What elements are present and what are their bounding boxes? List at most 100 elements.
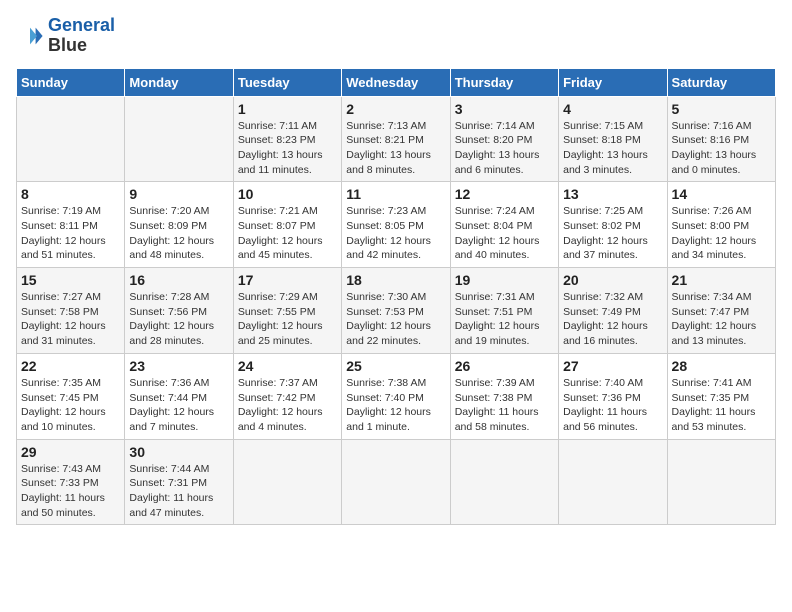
day-number: 19 [455, 272, 554, 288]
col-header-thursday: Thursday [450, 68, 558, 96]
calendar-header: SundayMondayTuesdayWednesdayThursdayFrid… [17, 68, 776, 96]
day-number: 14 [672, 186, 771, 202]
day-number: 24 [238, 358, 337, 374]
calendar-cell: 15 Sunrise: 7:27 AMSunset: 7:58 PMDaylig… [17, 268, 125, 354]
col-header-wednesday: Wednesday [342, 68, 450, 96]
day-info: Sunrise: 7:27 AMSunset: 7:58 PMDaylight:… [21, 290, 120, 349]
calendar-cell [342, 439, 450, 525]
calendar-cell: 8 Sunrise: 7:19 AMSunset: 8:11 PMDayligh… [17, 182, 125, 268]
day-number: 28 [672, 358, 771, 374]
day-info: Sunrise: 7:41 AMSunset: 7:35 PMDaylight:… [672, 376, 771, 435]
calendar-table: SundayMondayTuesdayWednesdayThursdayFrid… [16, 68, 776, 526]
day-number: 2 [346, 101, 445, 117]
day-info: Sunrise: 7:16 AMSunset: 8:16 PMDaylight:… [672, 119, 771, 178]
calendar-cell: 27 Sunrise: 7:40 AMSunset: 7:36 PMDaylig… [559, 353, 667, 439]
day-info: Sunrise: 7:30 AMSunset: 7:53 PMDaylight:… [346, 290, 445, 349]
calendar-cell: 28 Sunrise: 7:41 AMSunset: 7:35 PMDaylig… [667, 353, 775, 439]
day-number: 12 [455, 186, 554, 202]
calendar-week-3: 15 Sunrise: 7:27 AMSunset: 7:58 PMDaylig… [17, 268, 776, 354]
day-number: 4 [563, 101, 662, 117]
calendar-cell: 19 Sunrise: 7:31 AMSunset: 7:51 PMDaylig… [450, 268, 558, 354]
calendar-cell: 17 Sunrise: 7:29 AMSunset: 7:55 PMDaylig… [233, 268, 341, 354]
col-header-monday: Monday [125, 68, 233, 96]
calendar-cell [450, 439, 558, 525]
day-info: Sunrise: 7:39 AMSunset: 7:38 PMDaylight:… [455, 376, 554, 435]
calendar-cell: 10 Sunrise: 7:21 AMSunset: 8:07 PMDaylig… [233, 182, 341, 268]
day-number: 16 [129, 272, 228, 288]
calendar-cell: 16 Sunrise: 7:28 AMSunset: 7:56 PMDaylig… [125, 268, 233, 354]
day-number: 30 [129, 444, 228, 460]
day-info: Sunrise: 7:37 AMSunset: 7:42 PMDaylight:… [238, 376, 337, 435]
day-info: Sunrise: 7:13 AMSunset: 8:21 PMDaylight:… [346, 119, 445, 178]
calendar-cell: 9 Sunrise: 7:20 AMSunset: 8:09 PMDayligh… [125, 182, 233, 268]
col-header-saturday: Saturday [667, 68, 775, 96]
day-number: 27 [563, 358, 662, 374]
day-number: 11 [346, 186, 445, 202]
day-info: Sunrise: 7:35 AMSunset: 7:45 PMDaylight:… [21, 376, 120, 435]
day-info: Sunrise: 7:24 AMSunset: 8:04 PMDaylight:… [455, 204, 554, 263]
day-info: Sunrise: 7:31 AMSunset: 7:51 PMDaylight:… [455, 290, 554, 349]
calendar-cell: 21 Sunrise: 7:34 AMSunset: 7:47 PMDaylig… [667, 268, 775, 354]
calendar-cell: 5 Sunrise: 7:16 AMSunset: 8:16 PMDayligh… [667, 96, 775, 182]
calendar-week-5: 29 Sunrise: 7:43 AMSunset: 7:33 PMDaylig… [17, 439, 776, 525]
calendar-cell: 23 Sunrise: 7:36 AMSunset: 7:44 PMDaylig… [125, 353, 233, 439]
day-info: Sunrise: 7:38 AMSunset: 7:40 PMDaylight:… [346, 376, 445, 435]
calendar-cell: 2 Sunrise: 7:13 AMSunset: 8:21 PMDayligh… [342, 96, 450, 182]
calendar-week-4: 22 Sunrise: 7:35 AMSunset: 7:45 PMDaylig… [17, 353, 776, 439]
day-info: Sunrise: 7:11 AMSunset: 8:23 PMDaylight:… [238, 119, 337, 178]
calendar-cell: 29 Sunrise: 7:43 AMSunset: 7:33 PMDaylig… [17, 439, 125, 525]
day-number: 26 [455, 358, 554, 374]
day-number: 10 [238, 186, 337, 202]
day-number: 5 [672, 101, 771, 117]
col-header-sunday: Sunday [17, 68, 125, 96]
day-info: Sunrise: 7:29 AMSunset: 7:55 PMDaylight:… [238, 290, 337, 349]
day-number: 29 [21, 444, 120, 460]
day-info: Sunrise: 7:21 AMSunset: 8:07 PMDaylight:… [238, 204, 337, 263]
day-info: Sunrise: 7:43 AMSunset: 7:33 PMDaylight:… [21, 462, 120, 521]
calendar-cell: 24 Sunrise: 7:37 AMSunset: 7:42 PMDaylig… [233, 353, 341, 439]
day-info: Sunrise: 7:44 AMSunset: 7:31 PMDaylight:… [129, 462, 228, 521]
calendar-cell: 20 Sunrise: 7:32 AMSunset: 7:49 PMDaylig… [559, 268, 667, 354]
day-info: Sunrise: 7:26 AMSunset: 8:00 PMDaylight:… [672, 204, 771, 263]
page-header: GeneralBlue [16, 16, 776, 56]
day-number: 22 [21, 358, 120, 374]
calendar-cell: 1 Sunrise: 7:11 AMSunset: 8:23 PMDayligh… [233, 96, 341, 182]
calendar-cell [233, 439, 341, 525]
calendar-cell [125, 96, 233, 182]
calendar-cell: 11 Sunrise: 7:23 AMSunset: 8:05 PMDaylig… [342, 182, 450, 268]
day-info: Sunrise: 7:40 AMSunset: 7:36 PMDaylight:… [563, 376, 662, 435]
day-info: Sunrise: 7:20 AMSunset: 8:09 PMDaylight:… [129, 204, 228, 263]
calendar-cell: 26 Sunrise: 7:39 AMSunset: 7:38 PMDaylig… [450, 353, 558, 439]
calendar-week-1: 1 Sunrise: 7:11 AMSunset: 8:23 PMDayligh… [17, 96, 776, 182]
day-info: Sunrise: 7:34 AMSunset: 7:47 PMDaylight:… [672, 290, 771, 349]
day-info: Sunrise: 7:32 AMSunset: 7:49 PMDaylight:… [563, 290, 662, 349]
day-number: 18 [346, 272, 445, 288]
col-header-tuesday: Tuesday [233, 68, 341, 96]
calendar-cell: 12 Sunrise: 7:24 AMSunset: 8:04 PMDaylig… [450, 182, 558, 268]
calendar-cell [17, 96, 125, 182]
col-header-friday: Friday [559, 68, 667, 96]
logo-text: GeneralBlue [48, 16, 115, 56]
calendar-cell: 13 Sunrise: 7:25 AMSunset: 8:02 PMDaylig… [559, 182, 667, 268]
day-number: 20 [563, 272, 662, 288]
calendar-cell: 25 Sunrise: 7:38 AMSunset: 7:40 PMDaylig… [342, 353, 450, 439]
calendar-cell: 30 Sunrise: 7:44 AMSunset: 7:31 PMDaylig… [125, 439, 233, 525]
day-info: Sunrise: 7:28 AMSunset: 7:56 PMDaylight:… [129, 290, 228, 349]
calendar-week-2: 8 Sunrise: 7:19 AMSunset: 8:11 PMDayligh… [17, 182, 776, 268]
day-number: 23 [129, 358, 228, 374]
calendar-cell: 22 Sunrise: 7:35 AMSunset: 7:45 PMDaylig… [17, 353, 125, 439]
day-number: 21 [672, 272, 771, 288]
calendar-cell: 14 Sunrise: 7:26 AMSunset: 8:00 PMDaylig… [667, 182, 775, 268]
day-info: Sunrise: 7:19 AMSunset: 8:11 PMDaylight:… [21, 204, 120, 263]
day-info: Sunrise: 7:23 AMSunset: 8:05 PMDaylight:… [346, 204, 445, 263]
calendar-cell [559, 439, 667, 525]
calendar-cell: 18 Sunrise: 7:30 AMSunset: 7:53 PMDaylig… [342, 268, 450, 354]
day-number: 9 [129, 186, 228, 202]
day-number: 15 [21, 272, 120, 288]
day-number: 25 [346, 358, 445, 374]
day-number: 8 [21, 186, 120, 202]
day-info: Sunrise: 7:15 AMSunset: 8:18 PMDaylight:… [563, 119, 662, 178]
logo-icon [16, 22, 44, 50]
day-info: Sunrise: 7:14 AMSunset: 8:20 PMDaylight:… [455, 119, 554, 178]
day-number: 17 [238, 272, 337, 288]
